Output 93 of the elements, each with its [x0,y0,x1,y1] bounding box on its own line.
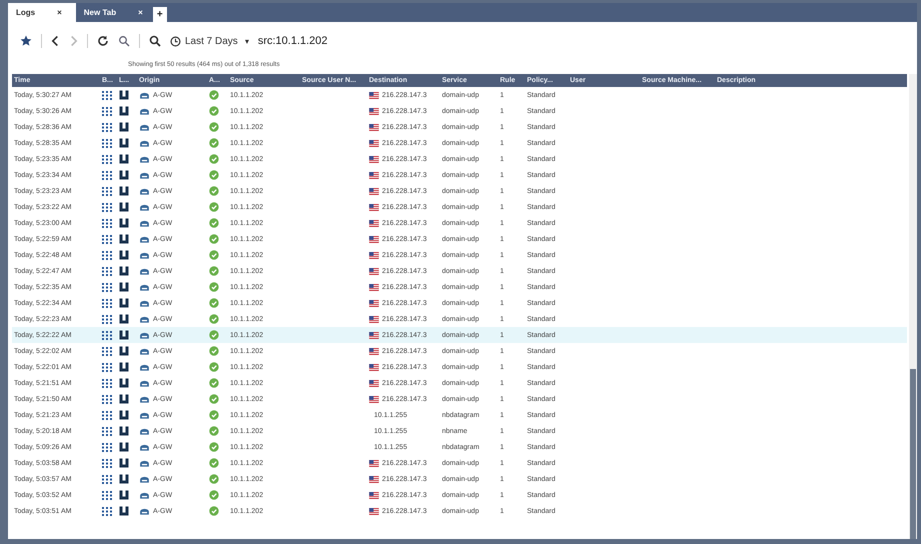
accept-icon [209,138,219,148]
accept-icon [209,202,219,212]
grid-icon [102,330,112,340]
grid-icon [102,378,112,388]
gateway-icon [139,220,150,226]
accept-icon [209,170,219,180]
gateway-icon [139,140,150,146]
gateway-icon [139,92,150,98]
grid-icon [102,394,112,404]
accept-icon [209,218,219,228]
accept-icon [209,298,219,308]
accept-icon [209,362,219,372]
gateway-icon [139,332,150,338]
grid-icon [102,282,112,292]
accept-icon [209,154,219,164]
gateway-icon [139,124,150,130]
new-tab-button[interactable]: + [152,7,167,22]
grid-icon [102,122,112,132]
grid-icon [102,154,112,164]
gateway-icon [139,188,150,194]
scrollbar-thumb[interactable] [910,369,916,539]
grid-icon [102,170,112,180]
grid-icon [102,202,112,212]
accept-icon [209,106,219,116]
gateway-icon [139,252,150,258]
grid-icon [102,138,112,148]
gateway-icon [139,428,150,434]
gateway-icon [139,348,150,354]
back-icon[interactable] [51,35,60,47]
grid-icon [102,298,112,308]
grid-icon [102,362,112,372]
gateway-icon [139,236,150,242]
accept-icon [209,506,219,516]
accept-icon [209,90,219,100]
grid-icon [102,186,112,196]
query-search-icon[interactable] [118,35,130,47]
gateway-icon [139,476,150,482]
accept-icon [209,458,219,468]
grid-icon [102,90,112,100]
grid-icon [102,442,112,452]
gateway-icon [139,396,150,402]
query-field[interactable]: src:10.1.1.202 [258,35,328,47]
accept-icon [209,314,219,324]
accept-icon [209,234,219,244]
gateway-icon [139,300,150,306]
tab[interactable]: Logs × [8,3,76,22]
gateway-icon [139,412,150,418]
search-icon[interactable] [149,35,161,47]
accept-icon [209,394,219,404]
gateway-icon [139,492,150,498]
scrollbar[interactable] [909,74,917,539]
accept-icon [209,282,219,292]
grid-icon [102,410,112,420]
grid-icon [102,474,112,484]
grid-icon [102,426,112,436]
gateway-icon [139,364,150,370]
clock-icon [170,36,181,46]
accept-icon [209,410,219,420]
star-icon[interactable] [20,35,32,47]
accept-icon [209,122,219,132]
grid-icon [102,458,112,468]
gateway-icon [139,108,150,114]
accept-icon [209,266,219,276]
accept-icon [209,442,219,452]
grid-icon [102,506,112,516]
gateway-icon [139,508,150,514]
gateway-icon [139,444,150,450]
gateway-icon [139,460,150,466]
refresh-icon[interactable] [97,35,109,47]
gateway-icon [139,284,150,290]
grid-icon [102,106,112,116]
gateway-icon [139,156,150,162]
grid-icon [102,250,112,260]
grid-icon [102,490,112,500]
time-range-dropdown[interactable]: Last 7 Days ▾ [170,36,249,46]
accept-icon [209,490,219,500]
accept-icon [209,426,219,436]
grid-icon [102,218,112,228]
grid-icon [102,266,112,276]
gateway-icon [139,380,150,386]
accept-icon [209,250,219,260]
accept-icon [209,346,219,356]
gateway-icon [139,268,150,274]
accept-icon [209,378,219,388]
gateway-icon [139,172,150,178]
grid-icon [102,346,112,356]
grid-icon [102,314,112,324]
gateway-icon [139,204,150,210]
accept-icon [209,330,219,340]
grid-icon [102,234,112,244]
gateway-icon [139,316,150,322]
accept-icon [209,474,219,484]
accept-icon [209,186,219,196]
